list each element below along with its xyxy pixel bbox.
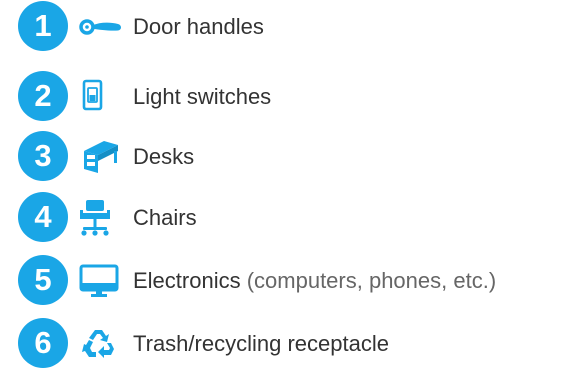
door-handle-icon bbox=[78, 7, 124, 47]
list-item: 4 Chairs bbox=[0, 192, 569, 244]
item-label: Light switches bbox=[133, 82, 271, 112]
list-item: 6 Trash/recycling receptacle bbox=[0, 318, 569, 370]
office-chair-icon bbox=[78, 198, 124, 238]
list-item: 2 Light switches bbox=[0, 71, 569, 123]
high-touch-surfaces-list: 1 Door handles 2 Light switches 3 Desks … bbox=[0, 0, 569, 372]
item-label-note: (computers, phones, etc.) bbox=[240, 268, 497, 293]
item-label: Desks bbox=[133, 142, 194, 172]
list-item: 1 Door handles bbox=[0, 1, 569, 53]
number-badge: 4 bbox=[18, 192, 68, 242]
item-label-text: Electronics bbox=[133, 268, 241, 293]
number-badge: 6 bbox=[18, 318, 68, 368]
item-label: Door handles bbox=[133, 12, 264, 42]
list-item: 3 Desks bbox=[0, 131, 569, 183]
list-item: 5 Electronics (computers, phones, etc.) bbox=[0, 255, 569, 307]
light-switch-icon bbox=[78, 77, 124, 117]
item-label-text: Desks bbox=[133, 144, 195, 169]
computer-monitor-icon bbox=[78, 261, 124, 301]
item-label-text: Trash/recycling receptacle bbox=[133, 331, 389, 356]
number-badge: 3 bbox=[18, 131, 68, 181]
item-label: Chairs bbox=[133, 203, 197, 233]
number-badge: 1 bbox=[18, 1, 68, 51]
recycling-icon bbox=[78, 324, 124, 364]
item-label-text: Door handles bbox=[133, 14, 264, 39]
number-badge: 5 bbox=[18, 255, 68, 305]
desk-icon bbox=[78, 137, 124, 177]
item-label-text: Light switches bbox=[133, 84, 272, 109]
item-label-text: Chairs bbox=[133, 205, 197, 230]
item-label: Trash/recycling receptacle bbox=[133, 329, 389, 359]
number-badge: 2 bbox=[18, 71, 68, 121]
item-label: Electronics (computers, phones, etc.) bbox=[133, 266, 496, 296]
